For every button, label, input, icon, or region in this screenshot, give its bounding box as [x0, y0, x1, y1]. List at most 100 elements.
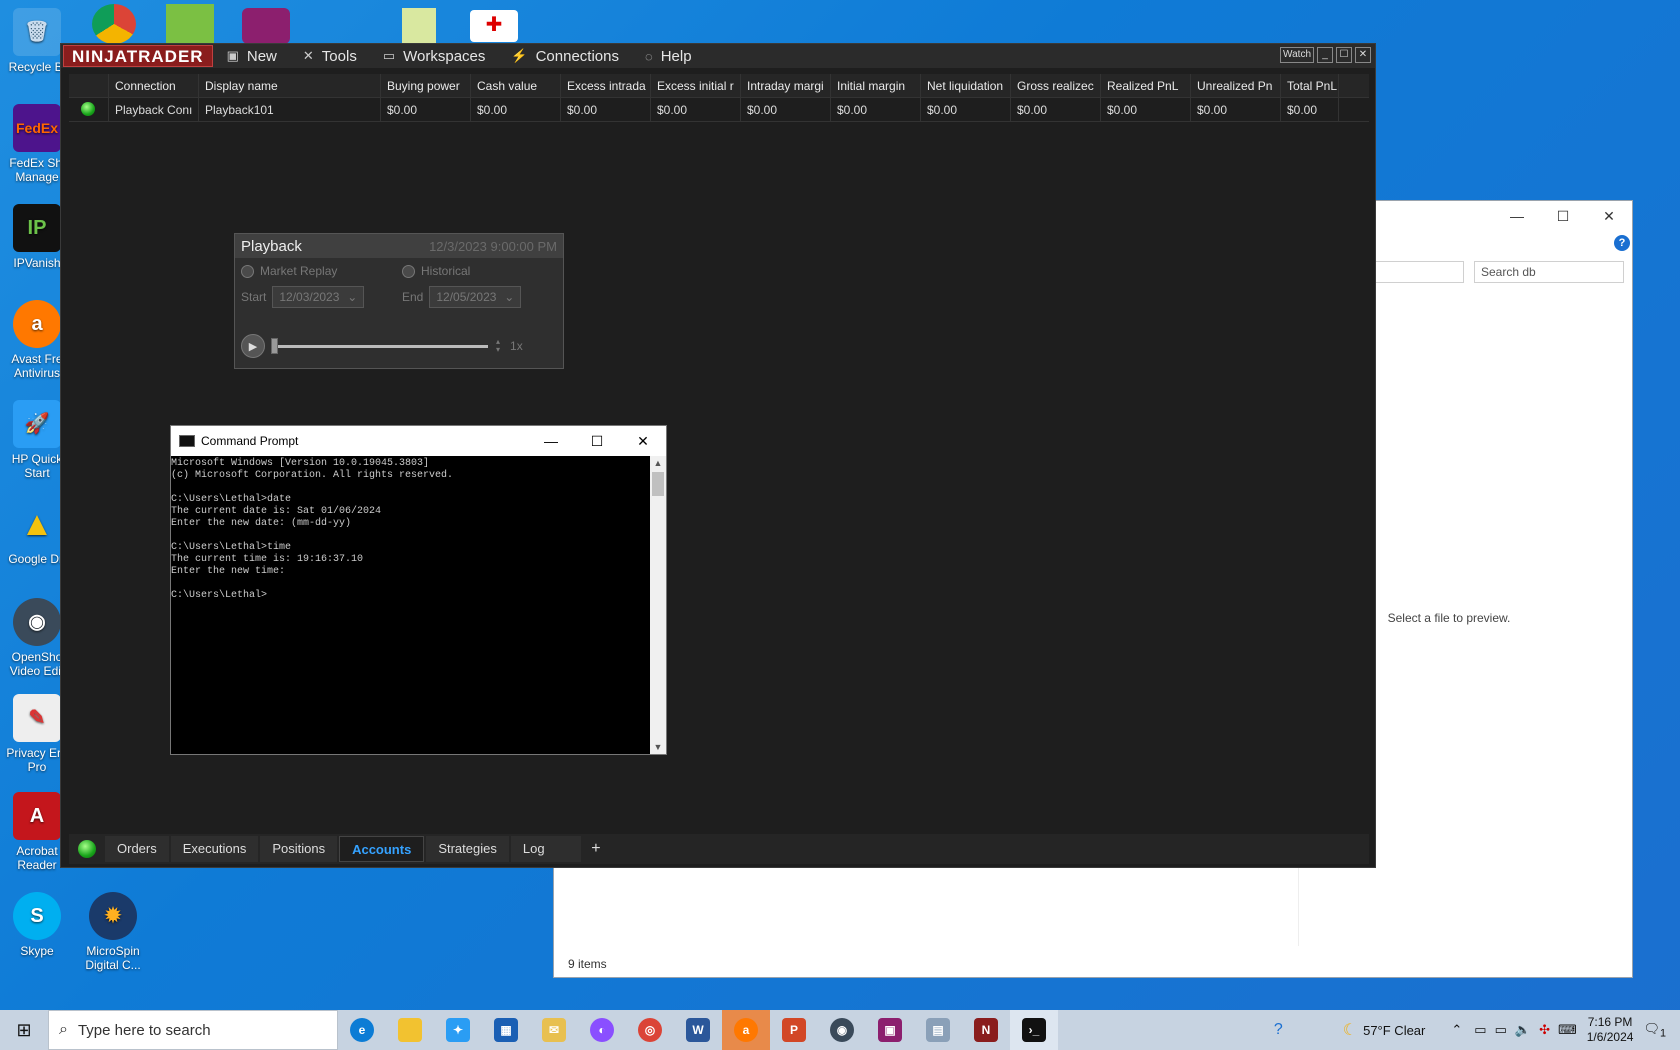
network-icon[interactable]: ▭	[1495, 1022, 1507, 1038]
scroll-down-icon[interactable]: ▼	[650, 742, 666, 752]
col-header[interactable]: Realized PnL	[1101, 74, 1191, 97]
col-header[interactable]: Initial margin	[831, 74, 921, 97]
photos-icon[interactable]: ▤	[914, 1010, 962, 1050]
scrollbar[interactable]: ▲ ▼	[650, 456, 666, 754]
col-header[interactable]: Cash value	[471, 74, 561, 97]
playback-slider[interactable]	[271, 337, 488, 354]
scroll-up-icon[interactable]: ▲	[650, 458, 666, 468]
menu-workspaces[interactable]: ▭ Workspaces	[383, 48, 486, 65]
minimize-icon[interactable]: _	[1317, 47, 1333, 63]
slider-thumb[interactable]	[271, 337, 278, 354]
file-icon[interactable]	[402, 8, 436, 44]
store-icon[interactable]: ▦	[482, 1010, 530, 1050]
connection-status-icon	[69, 98, 109, 121]
close-icon[interactable]: ✕	[1355, 47, 1371, 63]
minimize-icon[interactable]: —	[1494, 201, 1540, 231]
speed-stepper[interactable]: ▴ ▾	[496, 338, 500, 354]
tab-executions[interactable]: Executions	[170, 836, 259, 862]
video-app-icon[interactable]	[242, 8, 290, 44]
col-header[interactable]: Excess intrada	[561, 74, 651, 97]
scroll-thumb[interactable]	[652, 472, 664, 496]
microspin-icon[interactable]: ✹ MicroSpin Digital C...	[76, 892, 150, 972]
ambulance-icon[interactable]: ✚	[470, 10, 518, 42]
chrome-icon[interactable]: ◎	[626, 1010, 674, 1050]
close-icon[interactable]: ✕	[1586, 201, 1632, 231]
openshot-icon[interactable]: ◉	[818, 1010, 866, 1050]
maximize-icon[interactable]: ☐	[1540, 201, 1586, 231]
menu-help[interactable]: ◌ Help	[645, 48, 692, 65]
tab-orders[interactable]: Orders	[105, 836, 169, 862]
play-button[interactable]: ▶	[241, 334, 265, 358]
help-icon[interactable]: ?	[1274, 1021, 1283, 1039]
ninjatrader-icon[interactable]: N	[962, 1010, 1010, 1050]
menu-help-label: Help	[660, 47, 692, 65]
volume-icon[interactable]: 🔈	[1515, 1022, 1531, 1038]
col-header[interactable]: Gross realizec	[1011, 74, 1101, 97]
help-icon: ◌	[644, 48, 653, 64]
add-tab-button[interactable]: +	[583, 840, 609, 858]
windows-start-icon[interactable]: ⊞	[0, 1010, 48, 1050]
col-header[interactable]: Unrealized Pn	[1191, 74, 1281, 97]
firefox-icon[interactable]: ◐	[578, 1010, 626, 1050]
nt-titlebar: NINJATRADER ▣ New ✕ Tools ▭ Workspaces ⚡ Con…	[61, 44, 1375, 68]
powerpoint-icon[interactable]: P	[770, 1010, 818, 1050]
keyboard-icon[interactable]: ⌨	[1558, 1022, 1577, 1038]
dropbox-icon[interactable]: ✣	[1539, 1022, 1550, 1038]
menu-new[interactable]: ▣ New	[227, 48, 277, 65]
table-cell: $0.00	[651, 98, 741, 121]
col-header[interactable]: Excess initial r	[651, 74, 741, 97]
col-header[interactable]: Total PnL	[1281, 74, 1339, 97]
taskbar-search[interactable]: ⌕ Type here to search	[48, 1010, 338, 1050]
watch-button[interactable]: Watch	[1280, 47, 1314, 63]
avast-icon[interactable]: a	[722, 1010, 770, 1050]
skype-icon[interactable]: S Skype	[0, 892, 74, 958]
terminal-icon[interactable]: ›_	[1010, 1010, 1058, 1050]
start-date-dropdown[interactable]: 12/03/2023 ⌄	[272, 286, 365, 308]
col-header[interactable]: Intraday margi	[741, 74, 831, 97]
help-icon[interactable]: ?	[1614, 235, 1630, 251]
mail-icon[interactable]: ✉	[530, 1010, 578, 1050]
col-header[interactable]: Connection	[109, 74, 199, 97]
hp-icon[interactable]: ✦	[434, 1010, 482, 1050]
close-icon[interactable]: ✕	[620, 426, 666, 456]
maximize-icon[interactable]: ☐	[1336, 47, 1352, 63]
table-cell: $0.00	[1281, 98, 1339, 121]
menu-connections[interactable]: ⚡ Connections	[511, 48, 619, 65]
cmd-title: Command Prompt	[201, 434, 299, 448]
menu-tools[interactable]: ✕ Tools	[303, 48, 357, 65]
playback-datetime: 12/3/2023 9:00:00 PM	[429, 238, 557, 254]
weather-text[interactable]: 57°F Clear	[1363, 1023, 1425, 1038]
app-icon-green[interactable]	[166, 4, 214, 44]
col-header[interactable]: Display name	[199, 74, 381, 97]
maximize-icon[interactable]: ☐	[574, 426, 620, 456]
tab-log[interactable]: Log	[510, 836, 581, 862]
tray-app-icon[interactable]: ▭	[1474, 1022, 1486, 1038]
notification-icon[interactable]: 🗨1	[1643, 1021, 1666, 1040]
terminal-icon	[179, 435, 195, 447]
chrome-icon[interactable]	[92, 4, 136, 44]
chevron-up-icon[interactable]: ⌃	[1451, 1022, 1462, 1038]
col-header[interactable]: Net liquidation	[921, 74, 1011, 97]
tab-strategies[interactable]: Strategies	[426, 836, 509, 862]
table-cell: Playback101	[199, 98, 381, 121]
table-row[interactable]: Playback Conı Playback101 $0.00 $0.00 $0…	[69, 98, 1369, 122]
market-replay-radio[interactable]	[241, 264, 254, 278]
clock[interactable]: 7:16 PM 1/6/2024	[1587, 1015, 1634, 1045]
tab-accounts[interactable]: Accounts	[339, 836, 425, 862]
file-explorer-icon[interactable]	[386, 1010, 434, 1050]
cmd-output[interactable]: Microsoft Windows [Version 10.0.19045.38…	[171, 456, 650, 754]
historical-radio[interactable]	[402, 264, 415, 278]
tab-positions[interactable]: Positions	[260, 836, 338, 862]
col-header[interactable]: Buying power	[381, 74, 471, 97]
address-bar[interactable]	[1374, 261, 1464, 283]
search-input[interactable]: Search db	[1474, 261, 1624, 283]
end-date-dropdown[interactable]: 12/05/2023 ⌄	[429, 286, 522, 308]
table-cell: $0.00	[741, 98, 831, 121]
table-cell: $0.00	[1191, 98, 1281, 121]
word-icon[interactable]: W	[674, 1010, 722, 1050]
table-cell: $0.00	[381, 98, 471, 121]
menu-new-label: New	[246, 47, 277, 65]
minimize-icon[interactable]: —	[528, 426, 574, 456]
video-app-icon[interactable]: ▣	[866, 1010, 914, 1050]
edge-icon[interactable]: e	[338, 1010, 386, 1050]
